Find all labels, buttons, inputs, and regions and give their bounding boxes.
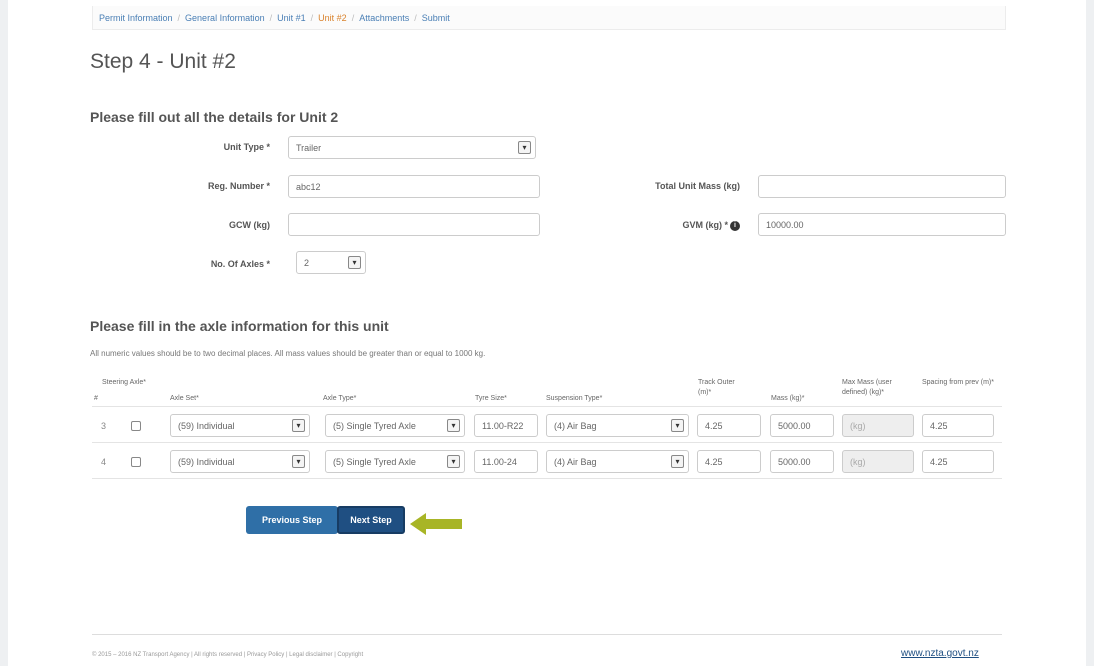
chevron-down-icon: ▾ [447, 455, 460, 468]
reg-number-field[interactable]: abc12 [288, 175, 540, 198]
axle-type-select[interactable]: (5) Single Tyred Axle ▾ [325, 414, 465, 437]
chevron-down-icon: ▾ [292, 419, 305, 432]
no-of-axles-label: No. Of Axles * [210, 259, 270, 269]
mass-value: 5000.00 [778, 421, 811, 431]
crumb-separator: / [269, 13, 273, 23]
gcw-field[interactable] [288, 213, 540, 236]
col-header-axle-set: Axle Set* [170, 395, 199, 402]
crumb-permit-information[interactable]: Permit Information [99, 13, 173, 23]
mass-field[interactable]: 5000.00 [770, 414, 834, 437]
tyre-size-field[interactable]: 11.00-24 [474, 450, 538, 473]
suspension-value: (4) Air Bag [554, 457, 597, 467]
gcw-label: GCW (kg) [229, 220, 270, 230]
col-header-tyre-size: Tyre Size* [475, 395, 507, 402]
gvm-label: GVM (kg) * [682, 220, 728, 230]
spacing-field[interactable]: 4.25 [922, 450, 994, 473]
axle-set-value: (59) Individual [178, 421, 235, 431]
total-unit-mass-field[interactable] [758, 175, 1006, 198]
row-number: 3 [101, 421, 107, 431]
col-header-mass: Mass (kg)* [771, 395, 805, 402]
arrow-left-icon [410, 513, 462, 535]
crumb-separator: / [310, 13, 314, 23]
info-circle-icon[interactable]: i [730, 220, 740, 231]
crumb-attachments[interactable]: Attachments [359, 13, 409, 23]
mass-field[interactable]: 5000.00 [770, 450, 834, 473]
spacing-value: 4.25 [930, 457, 948, 467]
no-of-axles-value: 2 [304, 258, 310, 268]
crumb-separator: / [351, 13, 355, 23]
suspension-select[interactable]: (4) Air Bag ▾ [546, 450, 689, 473]
total-unit-mass-label: Total Unit Mass (kg) [655, 181, 740, 191]
crumb-submit[interactable]: Submit [422, 13, 450, 23]
spacing-value: 4.25 [930, 421, 948, 431]
tyre-size-value: 11.00-24 [482, 457, 517, 467]
page: Permit Information / General Information / U… [8, 0, 1086, 666]
max-mass-field: (kg) [842, 450, 914, 473]
row-number: 4 [101, 457, 107, 467]
crumb-separator: / [414, 13, 417, 23]
axle-type-value: (5) Single Tyred Axle [333, 421, 416, 431]
breadcrumb: Permit Information / General Information / U… [92, 6, 1006, 30]
col-header-suspension: Suspension Type* [546, 395, 603, 402]
unit-details-heading: Please fill out all the details for Unit… [90, 109, 339, 125]
track-outer-value: 4.25 [705, 457, 723, 467]
crumb-separator: / [177, 13, 181, 23]
crumb-unit-2[interactable]: Unit #2 [318, 13, 347, 23]
previous-step-button[interactable]: Previous Step [246, 506, 338, 534]
axle-type-value: (5) Single Tyred Axle [333, 457, 416, 467]
col-header-track-outer: Track Outer (m)* [698, 379, 735, 396]
tyre-size-value: 11.00-R22 [482, 421, 524, 431]
page-title: Step 4 - Unit #2 [90, 50, 236, 73]
unit-type-value: Trailer [296, 143, 322, 153]
axle-set-value: (59) Individual [178, 457, 235, 467]
table-divider [92, 478, 1002, 479]
track-outer-field[interactable]: 4.25 [697, 450, 761, 473]
suspension-value: (4) Air Bag [554, 421, 597, 431]
unit-type-select[interactable]: Trailer ▾ [288, 136, 536, 159]
max-mass-placeholder: (kg) [850, 457, 866, 467]
axle-set-select[interactable]: (59) Individual ▾ [170, 450, 310, 473]
steering-checkbox[interactable] [131, 457, 141, 467]
gvm-label-wrap: GVM (kg) * i [608, 220, 740, 231]
track-outer-value: 4.25 [705, 421, 723, 431]
chevron-down-icon: ▾ [447, 419, 460, 432]
axle-info-note: All numeric values should be to two deci… [90, 349, 486, 358]
unit-type-label: Unit Type * [223, 142, 270, 152]
reg-number-value: abc12 [296, 182, 321, 192]
tyre-size-field[interactable]: 11.00-R22 [474, 414, 538, 437]
mass-value: 5000.00 [778, 457, 811, 467]
col-header-num: # [94, 395, 98, 402]
col-header-steering: Steering Axle* [102, 379, 146, 386]
col-header-max-mass: Max Mass (user defined) (kg)* [842, 379, 892, 396]
table-divider [92, 406, 1002, 407]
chevron-down-icon: ▾ [348, 256, 361, 269]
reg-number-label: Reg. Number * [207, 181, 270, 191]
gvm-value: 10000.00 [766, 220, 804, 230]
next-step-button[interactable]: Next Step [337, 506, 405, 534]
chevron-down-icon: ▾ [518, 141, 531, 154]
chevron-down-icon: ▾ [671, 455, 684, 468]
steering-checkbox[interactable] [131, 421, 141, 431]
col-header-axle-type: Axle Type* [323, 395, 357, 402]
crumb-general-information[interactable]: General Information [185, 13, 265, 23]
no-of-axles-select[interactable]: 2 ▾ [296, 251, 366, 274]
axle-type-select[interactable]: (5) Single Tyred Axle ▾ [325, 450, 465, 473]
max-mass-placeholder: (kg) [850, 421, 866, 431]
chevron-down-icon: ▾ [292, 455, 305, 468]
suspension-select[interactable]: (4) Air Bag ▾ [546, 414, 689, 437]
crumb-unit-1[interactable]: Unit #1 [277, 13, 306, 23]
col-header-spacing: Spacing from prev (m)* [922, 379, 994, 386]
max-mass-field: (kg) [842, 414, 914, 437]
axle-info-heading: Please fill in the axle information for … [90, 318, 389, 334]
axle-set-select[interactable]: (59) Individual ▾ [170, 414, 310, 437]
table-divider [92, 442, 1002, 443]
spacing-field[interactable]: 4.25 [922, 414, 994, 437]
footer-divider [92, 634, 1002, 635]
footer-copyright: © 2015 – 2016 NZ Transport Agency | All … [92, 652, 364, 658]
chevron-down-icon: ▾ [671, 419, 684, 432]
track-outer-field[interactable]: 4.25 [697, 414, 761, 437]
footer-site-link[interactable]: www.nzta.govt.nz [901, 648, 979, 659]
gvm-field[interactable]: 10000.00 [758, 213, 1006, 236]
